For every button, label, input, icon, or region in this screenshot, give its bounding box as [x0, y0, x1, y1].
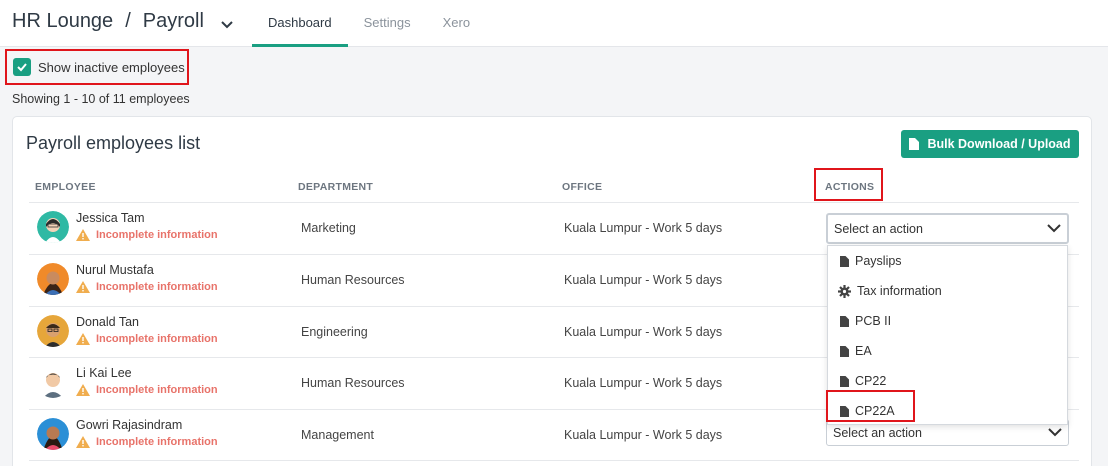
incomplete-status: Incomplete information [76, 333, 218, 345]
avatar [37, 366, 69, 398]
employee-name[interactable]: Donald Tan [76, 315, 139, 329]
warning-icon [76, 436, 90, 448]
menu-item-cp22[interactable]: CP22 [840, 370, 886, 392]
office: Kuala Lumpur - Work 5 days [564, 273, 723, 287]
employee-name[interactable]: Li Kai Lee [76, 366, 132, 380]
action-select-value: Select an action [833, 425, 922, 440]
warning-icon [76, 384, 90, 396]
menu-item-ea[interactable]: EA [840, 340, 872, 362]
avatar [37, 315, 69, 347]
checkbox-checked-icon[interactable] [13, 58, 31, 76]
tab-dashboard[interactable]: Dashboard [252, 0, 348, 47]
card-title: Payroll employees list [26, 133, 201, 153]
avatar [37, 263, 69, 295]
department: Management [301, 428, 374, 442]
incomplete-status: Incomplete information [76, 229, 218, 241]
department: Engineering [301, 325, 368, 339]
warning-icon [76, 281, 90, 293]
cp22a-highlight-box [826, 390, 915, 422]
office: Kuala Lumpur - Work 5 days [564, 221, 723, 235]
office: Kuala Lumpur - Work 5 days [564, 376, 723, 390]
menu-item-pcb-ii[interactable]: PCB II [840, 310, 891, 332]
workspace-name[interactable]: HR Lounge [12, 10, 113, 33]
chevron-down-icon[interactable] [220, 15, 234, 29]
warning-icon [76, 229, 90, 241]
employee-name[interactable]: Nurul Mustafa [76, 263, 154, 277]
department: Marketing [301, 221, 356, 235]
menu-item-label: CP22 [855, 374, 887, 388]
payroll-employees-card: Payroll employees list Bulk Download / U… [12, 116, 1092, 466]
incomplete-status: Incomplete information [76, 436, 218, 448]
column-header-employee: EMPLOYEE [35, 181, 96, 193]
avatar [37, 211, 69, 243]
file-icon [840, 375, 849, 387]
status-text: Incomplete information [96, 333, 218, 345]
menu-item-label: Tax information [857, 284, 942, 298]
employee-name[interactable]: Jessica Tam [76, 211, 145, 225]
file-icon [840, 345, 849, 357]
actions-highlight-box [814, 168, 883, 201]
file-icon [840, 315, 849, 327]
column-header-office: OFFICE [562, 181, 603, 193]
action-select-value: Select an action [834, 221, 923, 236]
chevron-down-icon [1047, 224, 1061, 233]
file-icon [909, 138, 920, 150]
gear-icon [838, 284, 851, 298]
incomplete-status: Incomplete information [76, 384, 218, 396]
breadcrumb-separator: / [125, 10, 131, 32]
tab-bar: Dashboard Settings Xero [252, 0, 486, 47]
chevron-down-icon [1048, 428, 1062, 437]
office: Kuala Lumpur - Work 5 days [564, 325, 723, 339]
bulk-download-upload-button[interactable]: Bulk Download / Upload [901, 130, 1079, 158]
breadcrumb: HR Lounge / Payroll [12, 10, 234, 33]
menu-item-label: Payslips [855, 254, 902, 268]
bulk-button-label: Bulk Download / Upload [927, 137, 1071, 151]
avatar [37, 418, 69, 450]
incomplete-status: Incomplete information [76, 281, 218, 293]
status-text: Incomplete information [96, 436, 218, 448]
status-text: Incomplete information [96, 281, 218, 293]
divider [29, 460, 1079, 461]
menu-item-payslips[interactable]: Payslips [840, 250, 902, 272]
warning-icon [76, 333, 90, 345]
action-select[interactable]: Select an action [826, 213, 1069, 244]
column-header-department: DEPARTMENT [298, 181, 374, 193]
menu-item-label: EA [855, 344, 872, 358]
menu-item-tax-information[interactable]: Tax information [838, 280, 942, 302]
status-text: Incomplete information [96, 229, 218, 241]
office: Kuala Lumpur - Work 5 days [564, 428, 723, 442]
file-icon [840, 255, 849, 267]
module-name[interactable]: Payroll [143, 10, 204, 33]
menu-item-label: PCB II [855, 314, 892, 328]
top-bar: HR Lounge / Payroll Dashboard Settings X… [0, 0, 1108, 47]
show-inactive-toggle[interactable]: Show inactive employees [5, 49, 189, 85]
tab-xero[interactable]: Xero [427, 0, 486, 47]
employee-count: Showing 1 - 10 of 11 employees [12, 92, 190, 106]
department: Human Resources [301, 376, 405, 390]
department: Human Resources [301, 273, 405, 287]
show-inactive-label: Show inactive employees [38, 59, 185, 75]
employee-name[interactable]: Gowri Rajasindram [76, 418, 182, 432]
status-text: Incomplete information [96, 384, 218, 396]
tab-settings[interactable]: Settings [348, 0, 427, 47]
